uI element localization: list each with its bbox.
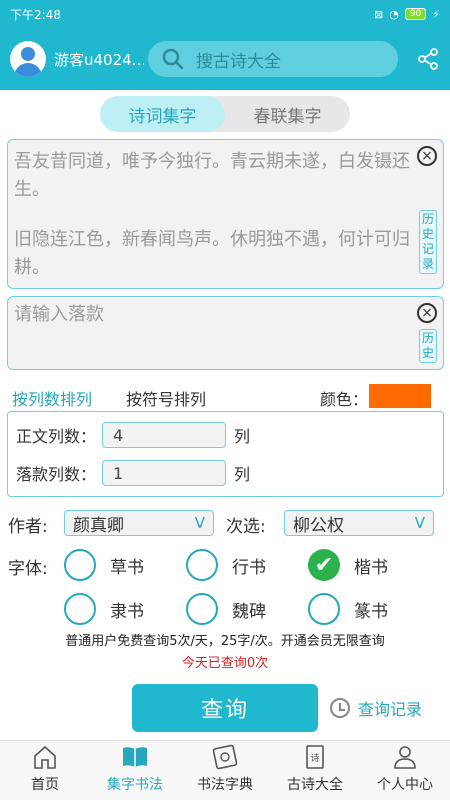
svg-text:诗: 诗 [310, 753, 319, 764]
open-book-icon [123, 747, 147, 767]
columns-panel: 正文列数： 4 列 落款列数： 1 列 [7, 411, 444, 497]
sign-columns-row: 落款列数： 1 列 [16, 459, 250, 487]
second-choice-select[interactable]: 柳公权 V [284, 510, 434, 536]
sort-options: 按列数排列 按符号排列 颜色： [12, 384, 442, 414]
tab-home[interactable]: 首页 [0, 741, 90, 800]
poem-line-2: 旧隐连江色，新春闻鸟声。休明独不遇，何计可归耕。 [14, 229, 410, 278]
clear-inscription-icon[interactable]: × [417, 303, 437, 323]
author-row: 作者: 颜真卿 V 次选: 柳公权 V [8, 510, 442, 538]
clear-poem-icon[interactable]: × [417, 146, 437, 166]
author-select[interactable]: 颜真卿 V [64, 510, 214, 536]
poem-text: 吾友昔同道，唯予今独行。青云期未遂，白发镊还生。 旧隐连江色，新春闻鸟声。休明独… [14, 148, 414, 282]
font-option-label: 篆书 [354, 601, 388, 622]
font-option-weibei[interactable]: 魏碑 [186, 593, 266, 625]
query-records-label: 查询记录 [358, 700, 423, 719]
poem-history-button[interactable]: 历史记录 [419, 210, 437, 274]
font-option-seal[interactable]: 篆书 [308, 593, 388, 625]
bottom-tab-bar: 首页 集字书法 书法字典 诗 古诗大全 个人中心 [0, 740, 450, 800]
battery-icon: 90 [404, 8, 427, 20]
tab-calligraphy-dictionary-label: 书法字典 [197, 777, 253, 793]
book-icon [212, 744, 238, 770]
body-columns-unit: 列 [234, 427, 251, 446]
sign-columns-label: 落款列数： [16, 465, 97, 484]
radio-unchecked-icon [186, 593, 218, 625]
share-icon[interactable] [416, 47, 440, 71]
user-icon [394, 746, 416, 769]
search-input[interactable]: 搜古诗大全 [148, 41, 398, 77]
tab-home-label: 首页 [31, 777, 59, 793]
font-option-running[interactable]: 行书 [186, 549, 266, 581]
chevron-down-icon: V [414, 514, 425, 532]
poem-scroll-icon: 诗 [306, 745, 324, 769]
second-choice-value: 柳公权 [293, 515, 344, 536]
radio-unchecked-icon [308, 593, 340, 625]
color-swatch[interactable] [369, 384, 431, 408]
sort-by-columns-tab[interactable]: 按列数排列 [12, 386, 93, 414]
inscription-history-button[interactable]: 历史 [419, 329, 437, 363]
radio-unchecked-icon [64, 549, 96, 581]
tab-couplet-collect[interactable]: 春联集字 [225, 96, 350, 132]
checkmark-icon: ✔ [308, 549, 340, 581]
font-option-label: 草书 [110, 557, 144, 578]
tab-calligraphy-collect[interactable]: 集字书法 [90, 741, 180, 800]
font-option-label: 楷书 [354, 557, 388, 578]
font-option-label: 魏碑 [232, 601, 266, 622]
radio-unchecked-icon [64, 593, 96, 625]
font-label: 字体: [8, 559, 48, 579]
status-icons: ⊠ ◔ 90 ⚡ [374, 8, 440, 21]
second-choice-label: 次选: [226, 517, 266, 537]
query-count: 今天已查询0次 [181, 656, 269, 671]
body-columns-row: 正文列数： 4 列 [16, 421, 250, 449]
font-option-regular[interactable]: ✔ 楷书 [308, 549, 388, 581]
inscription-input[interactable]: 请输入落款 × 历史 [7, 296, 444, 370]
query-button[interactable]: 查询 [132, 684, 318, 732]
color-label: 颜色： [320, 390, 369, 409]
wifi-icon: ◔ [389, 7, 399, 21]
usage-notice: 普通用户免费查询5次/天，25字/次。开通会员无限查询 [65, 634, 385, 649]
tab-calligraphy-collect-label: 集字书法 [107, 777, 163, 793]
font-option-clerical[interactable]: 隶书 [64, 593, 144, 625]
avatar[interactable] [10, 41, 46, 77]
charging-icon: ⚡ [432, 7, 440, 21]
font-row-1: 字体: 草书 行书 ✔ 楷书 [8, 549, 448, 583]
font-row-2: 隶书 魏碑 篆书 [8, 593, 448, 627]
poem-textarea[interactable]: 吾友昔同道，唯予今独行。青云期未遂，白发镊还生。 旧隐连江色，新春闻鸟声。休明独… [7, 139, 444, 289]
sign-columns-unit: 列 [234, 465, 251, 484]
chevron-down-icon: V [194, 514, 205, 532]
clock-icon [330, 698, 350, 718]
body-columns-label: 正文列数： [16, 427, 97, 446]
status-bar: 下午2:48 ⊠ ◔ 90 ⚡ [0, 0, 450, 28]
sort-by-symbol-tab[interactable]: 按符号排列 [126, 386, 206, 410]
app-header: 游客u4024... 搜古诗大全 [0, 28, 450, 90]
font-option-label: 行书 [232, 557, 266, 578]
home-icon [34, 745, 56, 769]
body-columns-input[interactable]: 4 [102, 422, 227, 448]
inscription-placeholder: 请输入落款 [14, 304, 104, 325]
author-value: 颜真卿 [73, 515, 124, 536]
search-icon [162, 48, 184, 70]
radio-unchecked-icon [186, 549, 218, 581]
search-placeholder: 搜古诗大全 [196, 51, 281, 72]
tab-calligraphy-dictionary[interactable]: 书法字典 [180, 741, 270, 800]
signal-icon: ⊠ [373, 7, 384, 21]
font-option-cursive[interactable]: 草书 [64, 549, 144, 581]
tab-poem-collect[interactable]: 诗词集字 [100, 96, 225, 132]
tab-profile-label: 个人中心 [377, 777, 433, 793]
username[interactable]: 游客u4024... [54, 49, 144, 70]
tab-ancient-poems-label: 古诗大全 [287, 777, 343, 793]
poem-line-1: 吾友昔同道，唯予今独行。青云期未遂，白发镊还生。 [14, 151, 410, 200]
author-label: 作者: [8, 517, 48, 537]
status-time: 下午2:48 [10, 7, 61, 22]
tab-ancient-poems[interactable]: 诗 古诗大全 [270, 741, 360, 800]
mode-segment: 诗词集字 春联集字 [100, 96, 350, 132]
tab-profile[interactable]: 个人中心 [360, 741, 450, 800]
sign-columns-input[interactable]: 1 [102, 460, 227, 486]
query-records-link[interactable]: 查询记录 [330, 696, 422, 720]
font-option-label: 隶书 [110, 601, 144, 622]
